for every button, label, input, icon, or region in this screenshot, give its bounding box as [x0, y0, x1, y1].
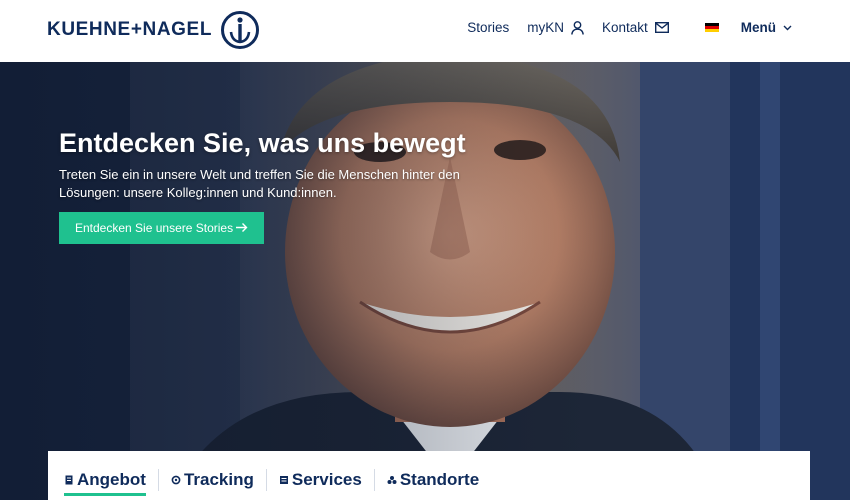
- tab-divider: [265, 469, 267, 491]
- nav-kontakt-label: Kontakt: [601, 20, 648, 35]
- hero-text: Entdecken Sie, was uns bewegt Treten Sie…: [59, 126, 479, 202]
- chevron-down-icon: [783, 25, 792, 30]
- menu-label: Menü: [740, 20, 776, 35]
- tracking-icon: [171, 475, 181, 485]
- nav-kontakt[interactable]: Kontakt: [602, 20, 669, 35]
- mail-icon: [654, 22, 669, 33]
- kuehne-nagel-logo[interactable]: KUEHNE+NAGEL: [47, 10, 260, 50]
- tab-tracking[interactable]: Tracking: [171, 469, 254, 491]
- locations-icon: [387, 476, 397, 484]
- tab-divider: [157, 469, 159, 491]
- nav-mykn-label: myKN: [527, 20, 564, 35]
- tab-services[interactable]: Services: [279, 469, 362, 491]
- user-icon: [571, 20, 584, 35]
- hero-banner: Entdecken Sie, was uns bewegt Treten Sie…: [0, 62, 850, 500]
- logo-wordmark: KUEHNE+NAGEL: [47, 19, 213, 40]
- document-icon: [65, 475, 73, 485]
- discover-stories-button[interactable]: Entdecken Sie unsere Stories: [59, 212, 264, 244]
- tab-tracking-label: Tracking: [183, 470, 254, 489]
- german-flag-language-switch[interactable]: [704, 22, 719, 33]
- service-tabs: Angebot Tracking Services Standorte: [48, 451, 810, 500]
- nav-mykn[interactable]: myKN: [527, 20, 584, 35]
- hero-subtitle: Treten Sie ein in unsere Welt und treffe…: [59, 167, 460, 200]
- tab-angebot-label: Angebot: [77, 470, 146, 489]
- tab-divider: [373, 469, 375, 491]
- nav-stories-label: Stories: [467, 20, 510, 35]
- menu-button[interactable]: Menü: [741, 20, 792, 35]
- top-navigation: Stories myKN Kontakt Menü: [449, 20, 792, 35]
- services-icon: [279, 476, 288, 484]
- arrow-right-icon: [236, 223, 248, 232]
- tab-angebot[interactable]: Angebot: [64, 469, 146, 496]
- cta-label: Entdecken Sie unsere Stories: [75, 221, 234, 235]
- hero-title: Entdecken Sie, was uns bewegt: [59, 128, 466, 158]
- anchor-logo-icon: [221, 11, 260, 49]
- nav-stories[interactable]: Stories: [467, 20, 509, 35]
- site-header: KUEHNE+NAGEL Stories myKN Kontakt Menü: [0, 0, 850, 62]
- tab-standorte[interactable]: Standorte: [387, 469, 479, 491]
- tab-standorte-label: Standorte: [399, 470, 480, 489]
- tab-services-label: Services: [291, 470, 362, 489]
